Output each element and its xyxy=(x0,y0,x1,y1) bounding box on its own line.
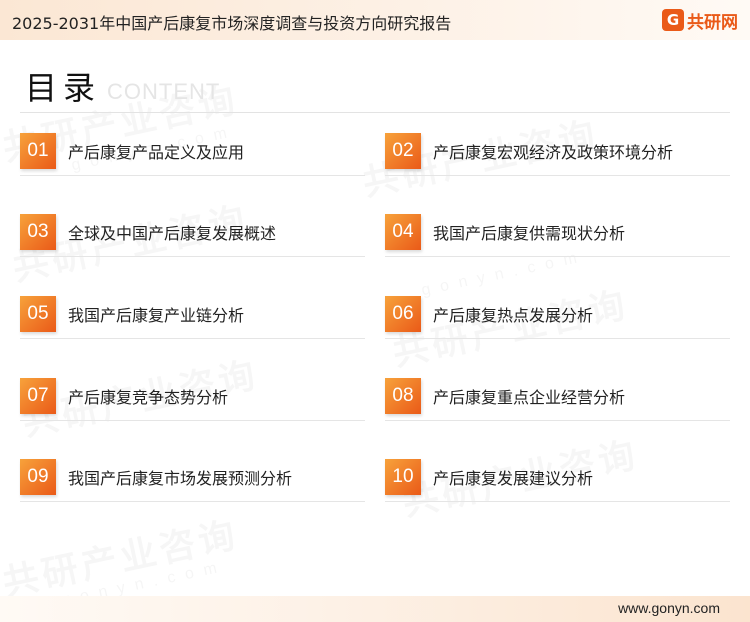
toc-item-number: 06 xyxy=(385,296,421,332)
toc-subtitle: CONTENT xyxy=(107,79,221,104)
toc-item-number: 08 xyxy=(385,378,421,414)
toc-item[interactable]: 10 产后康复发展建议分析 xyxy=(385,452,730,502)
toc-item-number: 01 xyxy=(20,133,56,169)
toc-item-number: 03 xyxy=(20,214,56,250)
brand-logo[interactable]: G 共研网 xyxy=(662,7,738,33)
toc-divider xyxy=(20,112,730,113)
toc-item-label: 产后康复发展建议分析 xyxy=(433,469,594,488)
toc-item-label: 全球及中国产后康复发展概述 xyxy=(68,224,277,243)
toc-item[interactable]: 01 产后康复产品定义及应用 xyxy=(20,126,365,176)
toc-item[interactable]: 06 产后康复热点发展分析 xyxy=(385,289,730,339)
toc-item-label: 产后康复重点企业经营分析 xyxy=(433,388,626,407)
toc-item-number: 10 xyxy=(385,459,421,495)
toc-item[interactable]: 02 产后康复宏观经济及政策环境分析 xyxy=(385,126,730,176)
toc-item-label: 产后康复产品定义及应用 xyxy=(68,143,245,162)
toc-item-number: 07 xyxy=(20,378,56,414)
footer-bar: www.gonyn.com xyxy=(0,596,750,622)
header-bar: 2025-2031年中国产后康复市场深度调查与投资方向研究报告 G 共研网 xyxy=(0,0,750,40)
toc-item[interactable]: 08 产后康复重点企业经营分析 xyxy=(385,371,730,421)
toc-item[interactable]: 05 我国产后康复产业链分析 xyxy=(20,289,365,339)
toc-item-label: 产后康复热点发展分析 xyxy=(433,306,594,325)
logo-text: 共研网 xyxy=(687,12,738,33)
toc-title: 目录 xyxy=(25,69,102,107)
toc-item-label: 产后康复宏观经济及政策环境分析 xyxy=(433,143,674,162)
toc-item[interactable]: 07 产后康复竞争态势分析 xyxy=(20,371,365,421)
toc-item-number: 02 xyxy=(385,133,421,169)
toc-item-number: 04 xyxy=(385,214,421,250)
toc-item-label: 我国产后康复供需现状分析 xyxy=(433,224,626,243)
logo-g-icon: G xyxy=(662,9,684,31)
toc-item-number: 05 xyxy=(20,296,56,332)
toc-item[interactable]: 09 我国产后康复市场发展预测分析 xyxy=(20,452,365,502)
footer-url[interactable]: www.gonyn.com xyxy=(618,600,720,616)
toc-item[interactable]: 03 全球及中国产后康复发展概述 xyxy=(20,207,365,257)
toc-heading: 目录 CONTENT xyxy=(25,70,220,106)
watermark: 共研产业咨询 xyxy=(0,506,243,607)
report-title: 2025-2031年中国产后康复市场深度调查与投资方向研究报告 xyxy=(12,14,452,33)
toc-item-number: 09 xyxy=(20,459,56,495)
toc-item-label: 我国产后康复市场发展预测分析 xyxy=(68,469,293,488)
toc-item[interactable]: 04 我国产后康复供需现状分析 xyxy=(385,207,730,257)
toc-item-label: 我国产后康复产业链分析 xyxy=(68,306,245,325)
toc-item-label: 产后康复竞争态势分析 xyxy=(68,388,229,407)
